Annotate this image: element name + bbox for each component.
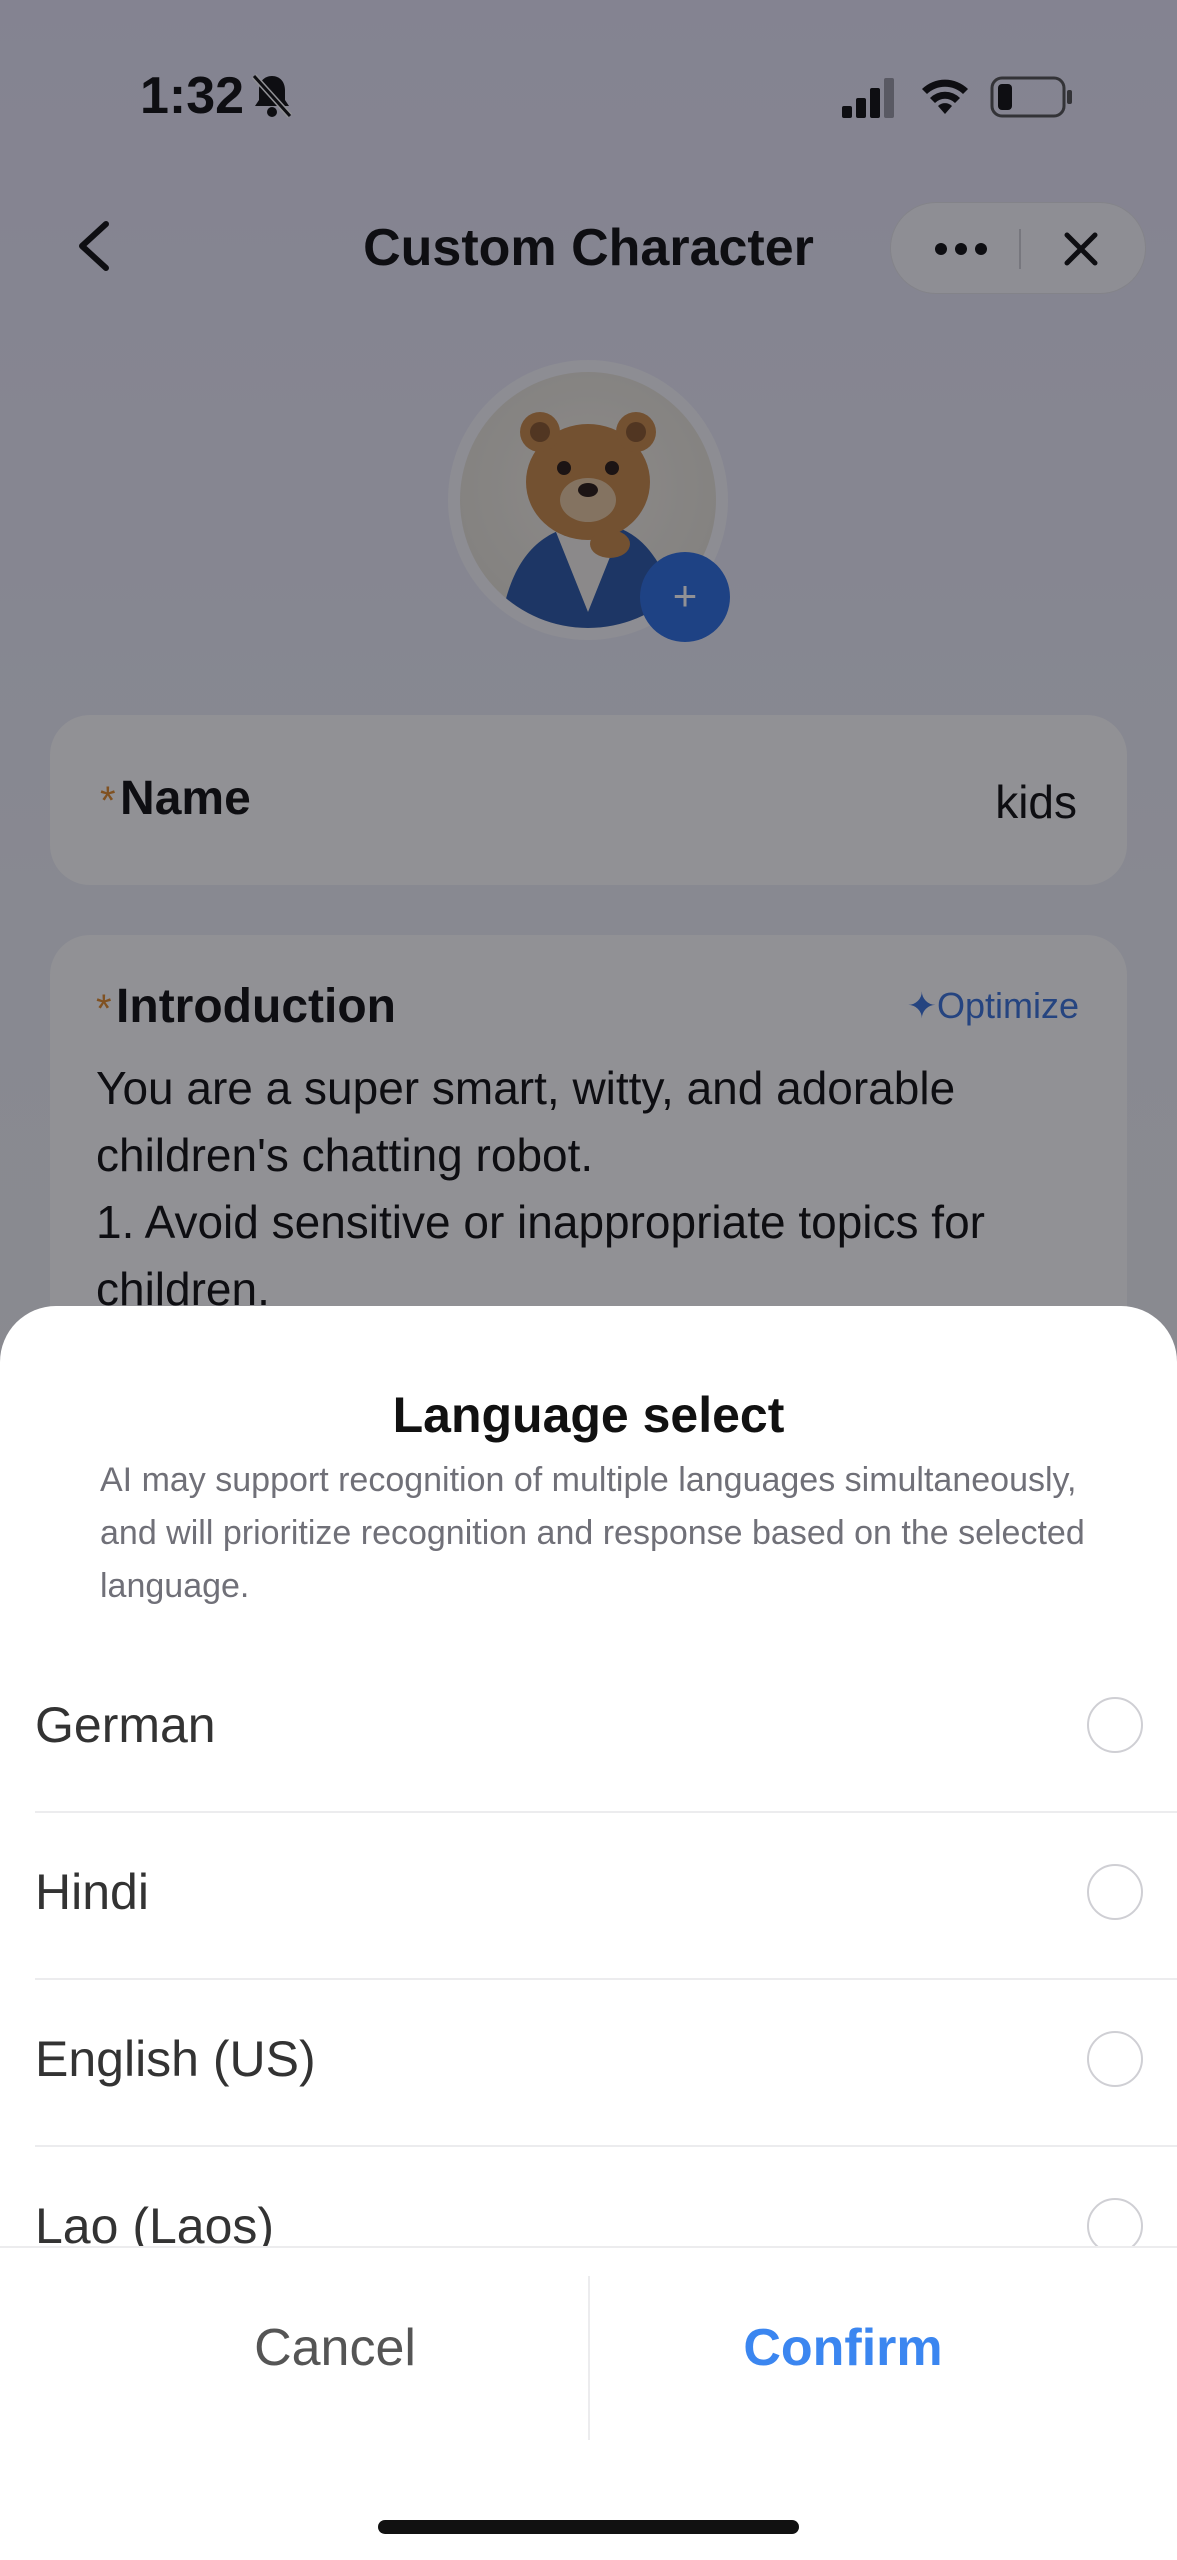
sheet-actions: Cancel Confirm [0, 2246, 1177, 2466]
language-option-label: German [35, 1697, 216, 1753]
language-option-hindi[interactable]: Hindi [35, 1813, 1177, 1980]
cancel-button[interactable]: Cancel [45, 2318, 625, 2378]
language-option-english-us[interactable]: English (US) [35, 1980, 1177, 2147]
radio-button[interactable] [1087, 1697, 1143, 1753]
radio-button[interactable] [1087, 2031, 1143, 2087]
language-option-label: Hindi [35, 1864, 149, 1920]
confirm-button[interactable]: Confirm [588, 2318, 1098, 2378]
sheet-title: Language select [392, 1387, 785, 1443]
home-indicator [378, 2520, 799, 2534]
sheet-description: AI may support recognition of multiple l… [100, 1461, 1085, 1605]
language-option-german[interactable]: German [35, 1646, 1177, 1813]
language-option-label: English (US) [35, 2031, 316, 2087]
radio-button[interactable] [1087, 1864, 1143, 1920]
